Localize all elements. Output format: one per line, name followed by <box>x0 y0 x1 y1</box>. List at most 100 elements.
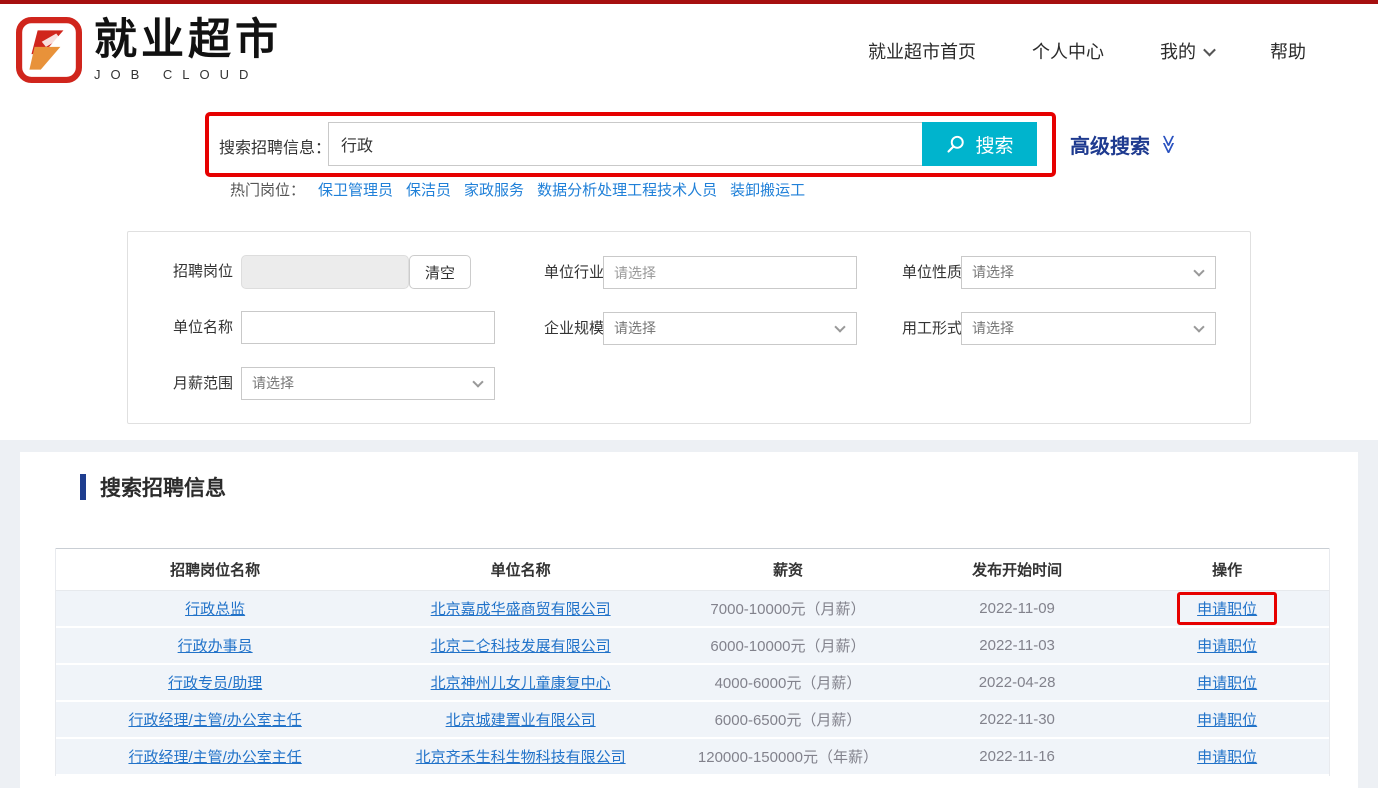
search-input[interactable] <box>328 122 922 166</box>
salary-text: 4000-6000元（月薪） <box>667 672 909 693</box>
date-text: 2022-11-16 <box>909 748 1125 765</box>
logo[interactable]: 就业超市 JOB CLOUD <box>16 17 282 83</box>
company-link[interactable]: 北京嘉成华盛商贸有限公司 <box>431 601 611 618</box>
filter-industry-input[interactable] <box>603 256 857 289</box>
filter-company-label: 单位名称 <box>153 311 233 344</box>
date-text: 2022-04-28 <box>909 674 1125 691</box>
chevron-down-icon <box>472 376 483 387</box>
date-text: 2022-11-03 <box>909 637 1125 654</box>
logo-icon <box>16 17 82 83</box>
job-link[interactable]: 行政经理/主管/办公室主任 <box>128 749 301 766</box>
double-chevron-down-icon: ≫ <box>1156 135 1179 155</box>
header: 就业超市 JOB CLOUD 就业超市首页 个人中心 我的 帮助 <box>0 4 1378 98</box>
filter-employment-select[interactable]: 请选择 <box>961 312 1216 345</box>
table-row: 行政专员/助理 北京神州儿女儿童康复中心 4000-6000元（月薪） 2022… <box>56 665 1329 702</box>
nav-personal-center[interactable]: 个人中心 <box>1032 38 1104 64</box>
search-button[interactable]: 搜索 <box>922 122 1037 166</box>
job-link[interactable]: 行政总监 <box>185 601 245 618</box>
company-link[interactable]: 北京神州儿女儿童康复中心 <box>431 675 611 692</box>
filter-employment-value: 请选择 <box>972 320 1014 336</box>
chevron-down-icon <box>1193 265 1204 276</box>
filter-nature-value: 请选择 <box>972 264 1014 280</box>
hot-positions-row: 热门岗位： 保卫管理员 保洁员 家政服务 数据分析处理工程技术人员 装卸搬运工 <box>230 179 805 200</box>
hot-link-cleaner[interactable]: 保洁员 <box>406 179 451 200</box>
chevron-down-icon <box>834 321 845 332</box>
filter-salary-select[interactable]: 请选择 <box>241 367 495 400</box>
filter-scale-select[interactable]: 请选择 <box>603 312 857 345</box>
salary-text: 120000-150000元（年薪） <box>667 746 909 767</box>
table-row: 行政经理/主管/办公室主任 北京齐禾生科生物科技有限公司 120000-1500… <box>56 739 1329 776</box>
job-link[interactable]: 行政专员/助理 <box>168 675 262 692</box>
search-label: 搜索招聘信息： <box>219 134 331 158</box>
table-row: 行政办事员 北京二仑科技发展有限公司 6000-10000元（月薪） 2022-… <box>56 628 1329 665</box>
salary-text: 6000-6500元（月薪） <box>667 709 909 730</box>
filter-employment-label: 用工形式 <box>882 312 962 345</box>
date-text: 2022-11-30 <box>909 711 1125 728</box>
salary-text: 7000-10000元（月薪） <box>667 598 909 619</box>
results-table: 招聘岗位名称 单位名称 薪资 发布开始时间 操作 行政总监 北京嘉成华盛商贸有限… <box>55 548 1330 776</box>
col-job-title: 招聘岗位名称 <box>56 559 374 580</box>
logo-title: 就业超市 <box>94 18 282 63</box>
table-row: 行政经理/主管/办公室主任 北京城建置业有限公司 6000-6500元（月薪） … <box>56 702 1329 739</box>
col-publish-date: 发布开始时间 <box>909 559 1125 580</box>
company-link[interactable]: 北京齐禾生科生物科技有限公司 <box>416 749 626 766</box>
section-title: 搜索招聘信息 <box>100 472 226 502</box>
filter-nature-select[interactable]: 请选择 <box>961 256 1216 289</box>
advanced-search-link[interactable]: 高级搜索 ≫ <box>1070 130 1178 159</box>
nav-help[interactable]: 帮助 <box>1270 38 1306 64</box>
nav-home[interactable]: 就业超市首页 <box>868 38 976 64</box>
nav-mine[interactable]: 我的 <box>1160 38 1214 64</box>
table-row: 行政总监 北京嘉成华盛商贸有限公司 7000-10000元（月薪） 2022-1… <box>56 591 1329 628</box>
filter-job-input <box>241 255 409 289</box>
apply-link[interactable]: 申请职位 <box>1197 638 1257 655</box>
job-link[interactable]: 行政办事员 <box>178 638 253 655</box>
advanced-search-label: 高级搜索 <box>1070 130 1150 159</box>
search-button-label: 搜索 <box>975 131 1013 158</box>
page: 就业超市 JOB CLOUD 就业超市首页 个人中心 我的 帮助 搜索招聘信息：… <box>0 0 1378 788</box>
nav-help-label: 帮助 <box>1270 38 1306 64</box>
nav-personal-center-label: 个人中心 <box>1032 38 1104 64</box>
job-link[interactable]: 行政经理/主管/办公室主任 <box>128 712 301 729</box>
filter-company-input[interactable] <box>241 311 495 344</box>
filter-salary-label: 月薪范围 <box>153 367 233 400</box>
chevron-down-icon <box>1203 43 1216 56</box>
hot-positions-label: 热门岗位： <box>230 179 305 200</box>
company-link[interactable]: 北京城建置业有限公司 <box>446 712 596 729</box>
table-header-row: 招聘岗位名称 单位名称 薪资 发布开始时间 操作 <box>56 548 1329 591</box>
filter-job-label: 招聘岗位 <box>153 255 233 288</box>
section-header: 搜索招聘信息 <box>80 472 226 502</box>
date-text: 2022-11-09 <box>909 600 1125 617</box>
logo-text: 就业超市 JOB CLOUD <box>94 18 282 81</box>
col-action: 操作 <box>1125 559 1329 580</box>
annotation-box-apply: 申请职位 <box>1177 592 1277 625</box>
results-card: 搜索招聘信息 招聘岗位名称 单位名称 薪资 发布开始时间 操作 行政总监 北京嘉… <box>20 452 1358 788</box>
filter-nature-label: 单位性质 <box>882 256 962 289</box>
logo-subtitle: JOB CLOUD <box>94 67 282 82</box>
filter-panel: 招聘岗位 清空 单位行业 单位性质 请选择 单位名称 企业规模 请选择 用工形式… <box>127 231 1251 424</box>
nav-mine-label: 我的 <box>1160 38 1196 64</box>
hot-link-housekeeping[interactable]: 家政服务 <box>464 179 524 200</box>
filter-salary-value: 请选择 <box>252 375 294 391</box>
nav-home-label: 就业超市首页 <box>868 38 976 64</box>
clear-button[interactable]: 清空 <box>409 255 471 289</box>
filter-scale-label: 企业规模 <box>524 312 604 345</box>
hot-link-security-manager[interactable]: 保卫管理员 <box>318 179 393 200</box>
filter-scale-value: 请选择 <box>614 320 656 336</box>
apply-link[interactable]: 申请职位 <box>1197 601 1257 618</box>
search-icon <box>945 134 966 155</box>
apply-link[interactable]: 申请职位 <box>1197 749 1257 766</box>
apply-link[interactable]: 申请职位 <box>1197 712 1257 729</box>
hot-link-data-analysis[interactable]: 数据分析处理工程技术人员 <box>537 179 717 200</box>
search-zone: 搜索招聘信息： 搜索 高级搜索 ≫ 热门岗位： 保卫管理员 保洁员 家政服务 数… <box>0 98 1378 440</box>
filter-industry-label: 单位行业 <box>524 256 604 289</box>
chevron-down-icon <box>1193 321 1204 332</box>
col-company: 单位名称 <box>374 559 667 580</box>
company-link[interactable]: 北京二仑科技发展有限公司 <box>431 638 611 655</box>
section-accent-bar <box>80 474 86 500</box>
results-band: 搜索招聘信息 招聘岗位名称 单位名称 薪资 发布开始时间 操作 行政总监 北京嘉… <box>0 440 1378 788</box>
salary-text: 6000-10000元（月薪） <box>667 635 909 656</box>
apply-link[interactable]: 申请职位 <box>1197 675 1257 692</box>
main-nav: 就业超市首页 个人中心 我的 帮助 <box>868 4 1306 98</box>
col-salary: 薪资 <box>667 559 909 580</box>
hot-link-loader[interactable]: 装卸搬运工 <box>730 179 805 200</box>
